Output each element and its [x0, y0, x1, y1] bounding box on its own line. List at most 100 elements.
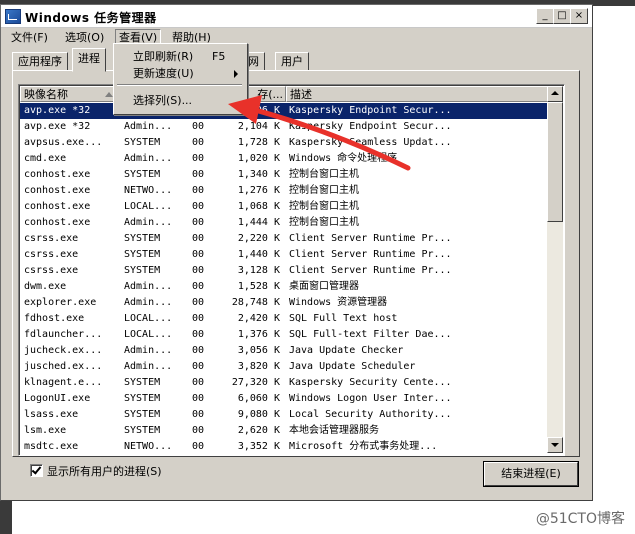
table-row[interactable]: dwm.exe Admin... 00 1,528 K 桌面窗口管理器 — [20, 279, 548, 295]
cell-image-name: lsm.exe — [24, 425, 67, 436]
table-row[interactable]: cmd.exe Admin... 00 1,020 K Windows 命令处理程序 — [20, 151, 548, 167]
cell-user: Admin... — [124, 153, 173, 164]
cell-image-name: conhost.exe — [24, 201, 91, 212]
menu-refresh-now-label: 立即刷新(R) — [133, 50, 194, 63]
cell-cpu: 00 — [192, 345, 205, 356]
cell-description: 控制台窗口主机 — [289, 185, 359, 196]
list-header: 映像名称 存(... 描述 — [20, 86, 548, 104]
cell-description: 桌面窗口管理器 — [289, 281, 359, 292]
cell-memory: 3,128 K — [237, 265, 280, 276]
cell-description: Client Server Runtime Pr... — [289, 265, 452, 276]
title-bar[interactable]: Windows 任务管理器 _ □ × — [1, 5, 592, 28]
scroll-down-icon — [551, 443, 559, 447]
cell-user: SYSTEM — [124, 249, 161, 260]
view-menu-dropdown: 立即刷新(R) F5 更新速度(U) 选择列(S)... — [113, 43, 248, 115]
minimize-button[interactable]: _ — [536, 8, 554, 24]
cell-memory: 9,080 K — [237, 409, 280, 420]
process-list[interactable]: 映像名称 存(... 描述 avp.exe *32SYSTEM00...,206… — [18, 84, 565, 456]
table-row[interactable]: fdhost.exe LOCAL... 00 2,420 K SQL Full Text… — [20, 311, 548, 327]
cell-cpu: 00 — [192, 185, 205, 196]
cell-user: Admin... — [124, 121, 173, 132]
cell-user: Admin... — [124, 297, 173, 308]
cell-cpu: 00 — [192, 169, 205, 180]
cell-description: Microsoft 分布式事务处理... — [289, 441, 438, 452]
scroll-thumb[interactable] — [547, 102, 563, 222]
table-row[interactable]: LogonUI.exe SYSTEM 00 6,060 K Windows Logon … — [20, 391, 548, 407]
cell-image-name: dwm.exe — [24, 281, 67, 292]
table-row[interactable]: conhost.exe SYSTEM 00 1,340 K 控制台窗口主机 — [20, 167, 548, 183]
cell-description: Kaspersky Endpoint Secur... — [289, 105, 452, 116]
cell-image-name: msdtc.exe — [24, 441, 79, 452]
cell-description: SQL Full-text Filter Dae... — [289, 329, 452, 340]
cell-user: LOCAL... — [124, 201, 173, 212]
cell-memory: 3,820 K — [237, 361, 280, 372]
cell-cpu: 00 — [192, 441, 205, 452]
cell-description: Windows Logon User Inter... — [289, 393, 452, 404]
table-row[interactable]: csrss.exe SYSTEM 00 3,128 K Client Server Ru… — [20, 263, 548, 279]
table-row[interactable]: conhost.exe LOCAL... 00 1,068 K 控制台窗口主机 — [20, 199, 548, 215]
tab-applications[interactable]: 应用程序 — [12, 52, 68, 71]
menu-update-speed-label: 更新速度(U) — [133, 67, 194, 80]
cell-cpu: 00 — [192, 201, 205, 212]
cell-user: LOCAL... — [124, 329, 173, 340]
table-row[interactable]: lsm.exe SYSTEM 00 2,620 K 本地会话管理器服务 — [20, 423, 548, 439]
table-row[interactable]: jusched.ex... Admin... 00 3,820 K Java Updat… — [20, 359, 548, 375]
vertical-scrollbar[interactable] — [547, 86, 563, 453]
cell-cpu: 00 — [192, 153, 205, 164]
cell-description: 控制台窗口主机 — [289, 169, 359, 180]
table-row[interactable]: explorer.exe Admin... 00 28,748 K Windows 资源… — [20, 295, 548, 311]
menu-file[interactable]: 文件(F) — [8, 30, 51, 46]
table-row[interactable]: avpsus.exe... SYSTEM 00 1,728 K Kaspersky Se… — [20, 135, 548, 151]
cell-cpu: 00 — [192, 121, 205, 132]
menu-update-speed[interactable]: 更新速度(U) — [116, 66, 243, 82]
cell-image-name: csrss.exe — [24, 249, 79, 260]
cell-memory: 1,340 K — [237, 169, 280, 180]
cell-memory: 1,068 K — [237, 201, 280, 212]
tab-processes[interactable]: 进程 — [72, 48, 106, 72]
cell-image-name: explorer.exe — [24, 297, 97, 308]
menu-options[interactable]: 选项(O) — [62, 30, 107, 46]
table-row[interactable]: lsass.exe SYSTEM 00 9,080 K Local Security A… — [20, 407, 548, 423]
table-row[interactable]: fdlauncher... LOCAL... 00 1,376 K SQL Full-t… — [20, 327, 548, 343]
table-row[interactable]: csrss.exe SYSTEM 00 1,440 K Client Server Ru… — [20, 247, 548, 263]
table-row[interactable]: msdtc.exe NETWO... 00 3,352 K Microsoft 分布式事… — [20, 439, 548, 453]
menu-select-columns[interactable]: 选择列(S)... — [116, 93, 243, 109]
scroll-down-button[interactable] — [547, 437, 563, 453]
scroll-up-button[interactable] — [547, 86, 563, 102]
table-row[interactable]: avp.exe *32SYSTEM00...,206 KKaspersky En… — [20, 103, 548, 119]
window-title: Windows 任务管理器 — [25, 11, 157, 25]
close-button[interactable]: × — [570, 8, 588, 24]
table-row[interactable]: csrss.exe SYSTEM 00 2,220 K Client Server Ru… — [20, 231, 548, 247]
cell-description: Kaspersky Seamless Updat... — [289, 137, 452, 148]
menu-separator — [117, 84, 242, 86]
show-all-users-checkbox[interactable] — [30, 464, 43, 477]
table-row[interactable]: avp.exe *32 Admin... 00 2,104 K Kaspersky En… — [20, 119, 548, 135]
cell-user: Admin... — [124, 345, 173, 356]
scroll-up-icon — [551, 91, 559, 95]
maximize-button[interactable]: □ — [553, 8, 571, 24]
table-row[interactable]: jucheck.ex... Admin... 00 3,056 K Java Updat… — [20, 343, 548, 359]
watermark: @51CTO博客 — [535, 511, 625, 527]
cell-user: NETWO... — [124, 185, 173, 196]
cell-cpu: 00 — [192, 377, 205, 388]
column-description[interactable]: 描述 — [286, 86, 548, 102]
table-row[interactable]: conhost.exe Admin... 00 1,444 K 控制台窗口主机 — [20, 215, 548, 231]
cell-user: SYSTEM — [124, 377, 161, 388]
cell-memory: 2,420 K — [237, 313, 280, 324]
cell-cpu: 00 — [192, 137, 205, 148]
column-image-name[interactable]: 映像名称 — [20, 86, 120, 102]
table-row[interactable]: conhost.exe NETWO... 00 1,276 K 控制台窗口主机 — [20, 183, 548, 199]
tab-users[interactable]: 用户 — [275, 52, 309, 71]
cell-description: Kaspersky Endpoint Secur... — [289, 121, 452, 132]
menu-refresh-now[interactable]: 立即刷新(R) F5 — [116, 49, 243, 65]
table-row[interactable]: klnagent.e... SYSTEM 00 27,320 K Kaspersky S… — [20, 375, 548, 391]
cell-user: SYSTEM — [124, 425, 161, 436]
cell-image-name: conhost.exe — [24, 217, 91, 228]
show-all-users-label: 显示所有用户的进程(S) — [47, 465, 162, 478]
end-process-button[interactable]: 结束进程(E) — [484, 462, 578, 486]
cell-memory: 1,276 K — [237, 185, 280, 196]
cell-image-name: LogonUI.exe — [24, 393, 91, 404]
cell-description: Java Update Checker — [289, 345, 404, 356]
cell-cpu: 00 — [192, 425, 205, 436]
cell-description: Client Server Runtime Pr... — [289, 249, 452, 260]
